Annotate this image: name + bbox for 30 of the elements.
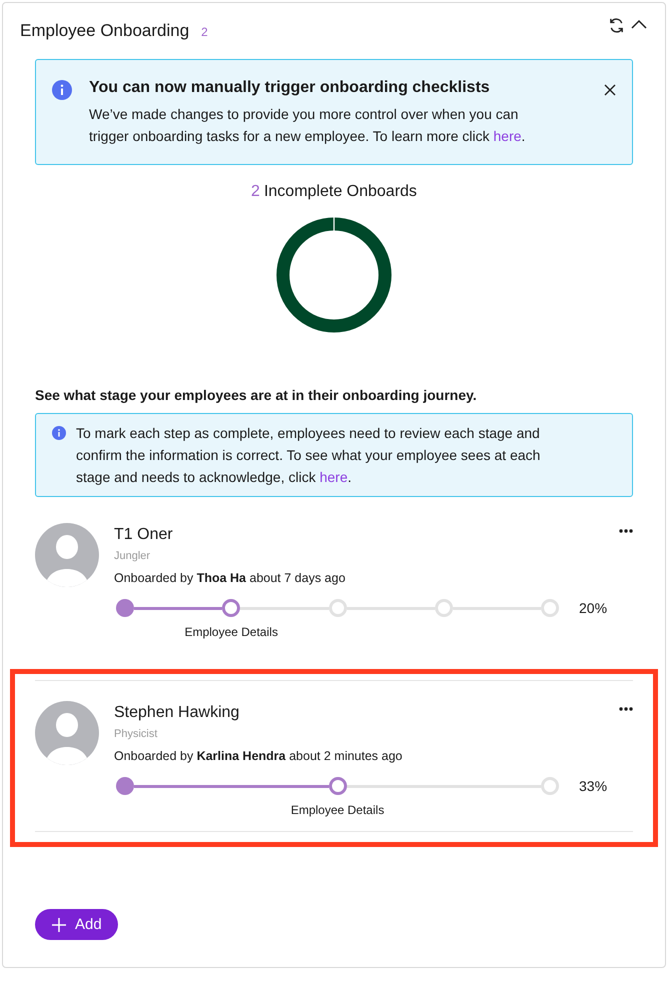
add-button[interactable]: Add: [35, 909, 118, 940]
more-icon[interactable]: [619, 707, 633, 711]
plus-icon: [51, 916, 67, 932]
close-icon[interactable]: [604, 84, 616, 96]
count-label: 2: [201, 25, 208, 39]
employee-name: Stephen Hawking: [114, 704, 240, 722]
more-icon[interactable]: [619, 529, 633, 533]
summary-label: Incomplete Onboards: [264, 183, 417, 201]
avatar-icon: [35, 701, 99, 765]
avatar-icon: [35, 523, 99, 587]
employee-role: Jungler: [114, 550, 152, 562]
step-label: Employee Details: [290, 803, 384, 817]
refresh-icon[interactable]: [608, 16, 625, 34]
onboarded-text: Onboarded by Thoa Ha about 7 days ago: [114, 571, 346, 585]
progress-percent: 20%: [579, 600, 608, 616]
see-stages-link[interactable]: here: [320, 469, 348, 485]
banner-text: We’ve made changes to provide you more control over when you can trigger onboarding tasks for a new employee. To learn more click here.: [89, 105, 526, 146]
widget-title: Employee Onboarding: [20, 21, 190, 41]
progress-percent: 33%: [579, 778, 608, 794]
banner-title: You can now manually trigger onboarding checklists: [89, 79, 491, 97]
step-label: Employee Details: [184, 625, 278, 639]
employee-name: T1 Oner: [114, 526, 174, 544]
note-text: To mark each step as complete, employees need to review each stage and confirm the information is correct. To see what your employee sees at each stage and needs to acknowledge, click here.: [76, 424, 542, 487]
onboarded-text: Onboarded by Karlina Hendra about 2 minutes ago: [114, 749, 404, 763]
info-icon: [52, 80, 72, 100]
learn-more-link[interactable]: here: [493, 128, 522, 144]
stages-heading: See what stage your employees are at in their onboarding journey.: [35, 387, 478, 403]
incomplete-count: 2: [251, 183, 260, 201]
info-icon: [52, 426, 66, 440]
employee-role: Physicist: [114, 728, 158, 740]
